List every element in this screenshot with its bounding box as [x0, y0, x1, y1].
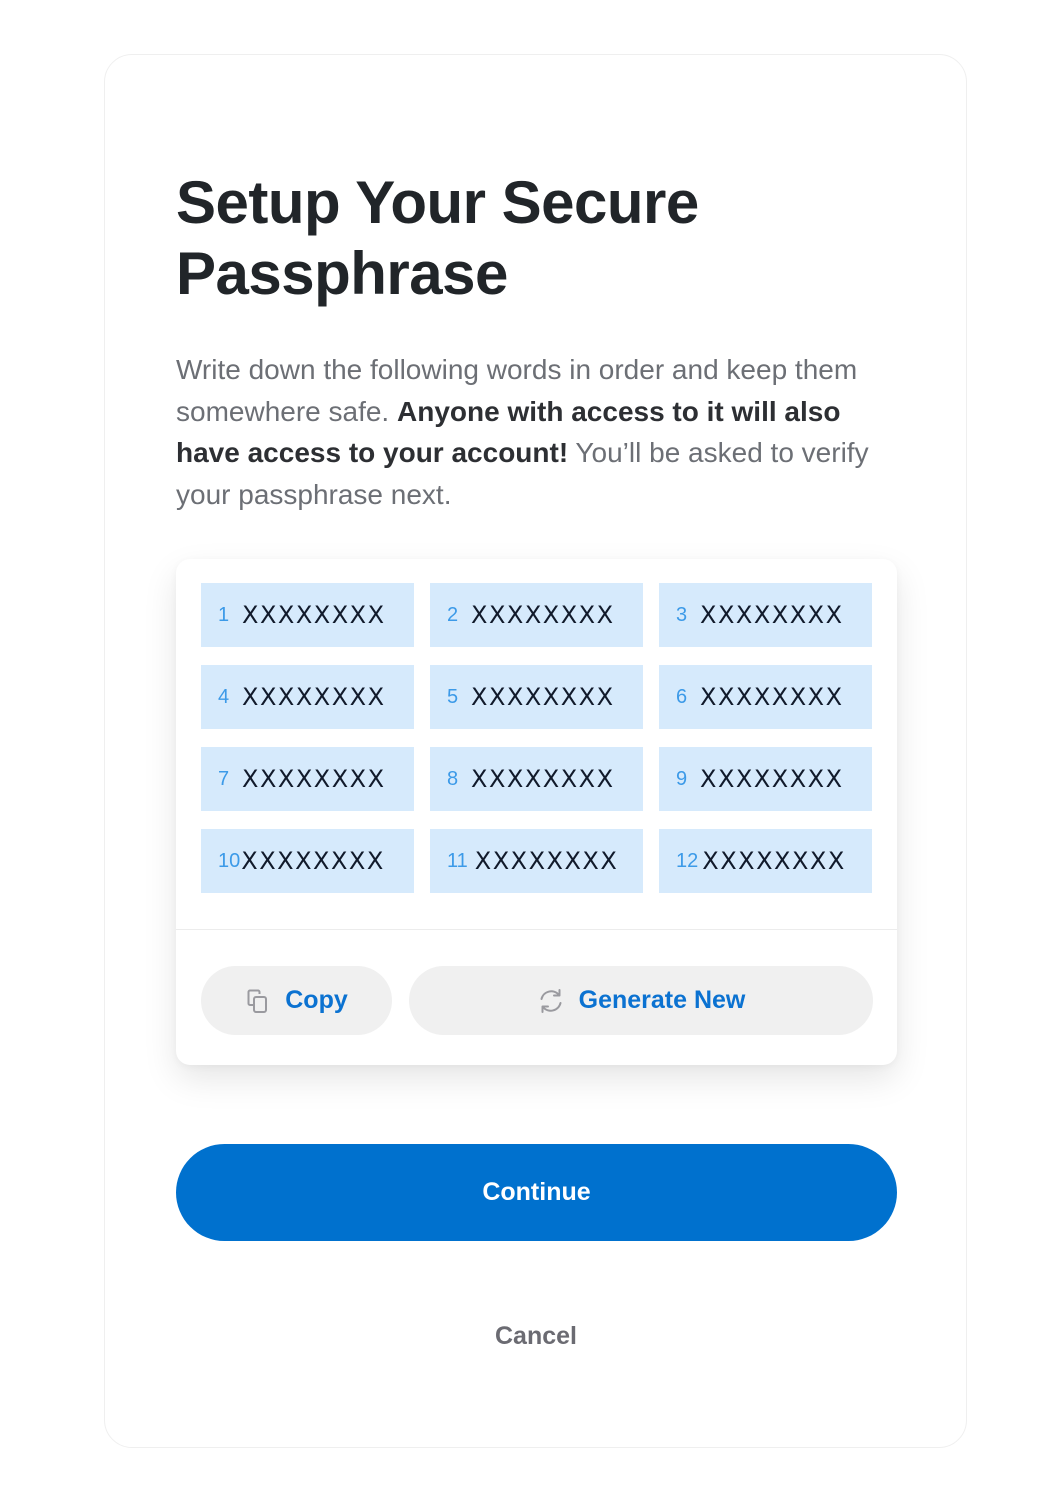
passphrase-card: 1 XXXXXXXX 2 XXXXXXXX 3 XXXXXXXX 4 XXXXXXXX …	[176, 559, 897, 1065]
passphrase-word: 12 XXXXXXXX	[659, 829, 872, 893]
passphrase-word-grid: 1 XXXXXXXX 2 XXXXXXXX 3 XXXXXXXX 4 XXXXXXXX …	[201, 583, 873, 893]
passphrase-word: 1 XXXXXXXX	[201, 583, 414, 647]
word-value: XXXXXXXX	[474, 847, 619, 875]
copy-button[interactable]: Copy	[201, 966, 392, 1035]
word-value: XXXXXXXX	[471, 683, 615, 711]
word-index: 11	[447, 849, 468, 872]
passphrase-setup-dialog: Setup Your Secure Passphrase Write down …	[104, 54, 967, 1448]
word-value: XXXXXXXX	[242, 601, 386, 629]
passphrase-word: 3 XXXXXXXX	[659, 583, 872, 647]
word-index: 8	[447, 767, 459, 790]
instructions-text: Write down the following words in order …	[176, 349, 906, 515]
generate-new-button-label: Generate New	[578, 986, 746, 1014]
word-index: 7	[218, 767, 230, 790]
passphrase-word: 4 XXXXXXXX	[201, 665, 414, 729]
passphrase-word: 2 XXXXXXXX	[430, 583, 643, 647]
word-index: 10	[218, 849, 241, 872]
passphrase-word: 6 XXXXXXXX	[659, 665, 872, 729]
continue-button[interactable]: Continue	[176, 1144, 897, 1241]
word-index: 6	[676, 685, 688, 708]
cancel-button[interactable]: Cancel	[436, 1315, 636, 1357]
passphrase-word: 11 XXXXXXXX	[430, 829, 643, 893]
page-title: Setup Your Secure Passphrase	[176, 169, 699, 307]
word-index: 12	[676, 849, 699, 872]
word-value: XXXXXXXX	[702, 847, 846, 875]
word-value: XXXXXXXX	[471, 765, 615, 793]
word-value: XXXXXXXX	[700, 683, 844, 711]
word-value: XXXXXXXX	[241, 847, 385, 875]
word-index: 4	[218, 685, 230, 708]
word-index: 5	[447, 685, 459, 708]
copy-button-label: Copy	[285, 986, 348, 1014]
word-index: 1	[218, 603, 230, 626]
passphrase-word: 10 XXXXXXXX	[201, 829, 414, 893]
word-value: XXXXXXXX	[700, 765, 844, 793]
word-value: XXXXXXXX	[242, 683, 386, 711]
word-index: 3	[676, 603, 688, 626]
passphrase-word: 5 XXXXXXXX	[430, 665, 643, 729]
passphrase-word: 8 XXXXXXXX	[430, 747, 643, 811]
passphrase-word: 9 XXXXXXXX	[659, 747, 872, 811]
card-divider	[176, 929, 897, 930]
word-index: 2	[447, 603, 459, 626]
copy-icon	[245, 988, 271, 1014]
generate-new-button[interactable]: Generate New	[409, 966, 873, 1035]
refresh-icon	[537, 987, 565, 1015]
word-value: XXXXXXXX	[471, 601, 615, 629]
word-value: XXXXXXXX	[700, 601, 844, 629]
page: Setup Your Secure Passphrase Write down …	[0, 0, 1040, 1502]
word-index: 9	[676, 767, 688, 790]
passphrase-word: 7 XXXXXXXX	[201, 747, 414, 811]
word-value: XXXXXXXX	[242, 765, 386, 793]
